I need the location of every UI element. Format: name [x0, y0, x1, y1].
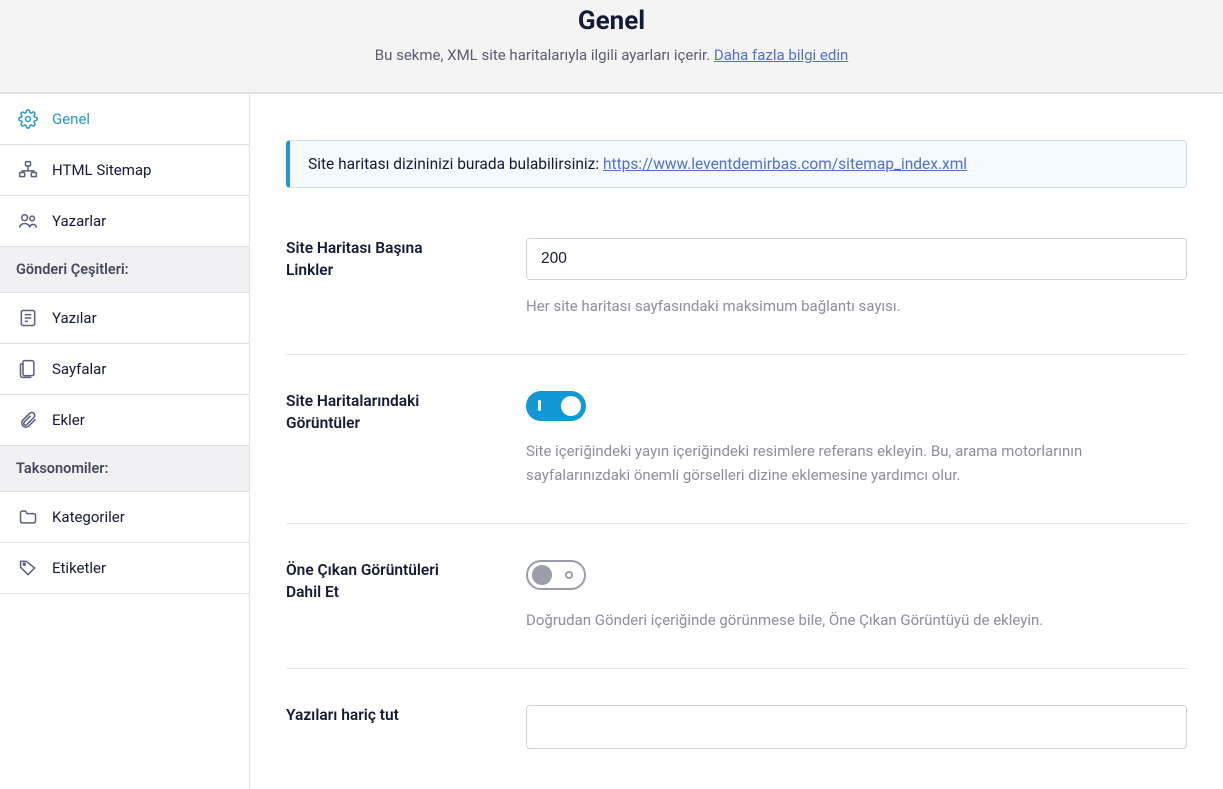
sidebar-item-label: Yazılar	[52, 309, 97, 327]
setting-desc: Her site haritası sayfasındaki maksimum …	[526, 294, 1187, 318]
pages-icon	[18, 359, 38, 379]
setting-desc: Site içeriğindeki yayın içeriğindeki res…	[526, 439, 1187, 487]
sidebar-item-categories[interactable]: Kategoriler	[0, 492, 249, 543]
sidebar-item-tags[interactable]: Etiketler	[0, 543, 249, 594]
gear-icon	[18, 109, 38, 129]
setting-label: Öne Çıkan Görüntüleri Dahil Et	[286, 560, 466, 632]
sitemap-icon	[18, 160, 38, 180]
sidebar-item-label: Ekler	[52, 411, 85, 429]
setting-links-per-sitemap: Site Haritası Başına Linkler Her site ha…	[286, 238, 1187, 355]
links-per-sitemap-input[interactable]	[526, 238, 1187, 280]
featured-images-toggle[interactable]	[526, 560, 586, 590]
sitemap-url-link[interactable]: https://www.leventdemirbas.com/sitemap_i…	[603, 155, 967, 173]
attachment-icon	[18, 410, 38, 430]
sidebar-header-post-types: Gönderi Çeşitleri:	[0, 247, 249, 293]
sidebar-item-label: Etiketler	[52, 559, 106, 577]
setting-exclude-posts: Yazıları hariç tut	[286, 705, 1187, 789]
setting-label: Yazıları hariç tut	[286, 705, 466, 753]
page-title: Genel	[20, 6, 1203, 36]
sidebar-item-html-sitemap[interactable]: HTML Sitemap	[0, 145, 249, 196]
sidebar-item-attachments[interactable]: Ekler	[0, 395, 249, 446]
posts-icon	[18, 308, 38, 328]
sitemap-notice: Site haritası dizininizi burada bulabili…	[286, 140, 1187, 188]
sidebar-item-label: HTML Sitemap	[52, 161, 152, 179]
sidebar-item-label: Genel	[52, 110, 90, 128]
setting-label: Site Haritalarındaki Görüntüler	[286, 391, 466, 487]
sidebar-item-label: Kategoriler	[52, 508, 125, 526]
sidebar-item-label: Yazarlar	[52, 212, 106, 230]
sidebar-item-authors[interactable]: Yazarlar	[0, 196, 249, 247]
folder-icon	[18, 507, 38, 527]
setting-featured-images: Öne Çıkan Görüntüleri Dahil Et Doğrudan …	[286, 560, 1187, 669]
setting-sitemap-images: Site Haritalarındaki Görüntüler Site içe…	[286, 391, 1187, 524]
sidebar: Genel HTML Sitemap Yazarlar Gönderi Çeşi…	[0, 94, 250, 789]
content: Site haritası dizininizi burada bulabili…	[250, 94, 1223, 789]
learn-more-link[interactable]: Daha fazla bilgi edin	[714, 46, 848, 64]
sidebar-header-taxonomies: Taksonomiler:	[0, 446, 249, 492]
page-subtitle: Bu sekme, XML site haritalarıyla ilgili …	[20, 46, 1203, 64]
sidebar-item-general[interactable]: Genel	[0, 94, 249, 145]
setting-label: Site Haritası Başına Linkler	[286, 238, 466, 318]
sidebar-item-posts[interactable]: Yazılar	[0, 293, 249, 344]
sidebar-item-pages[interactable]: Sayfalar	[0, 344, 249, 395]
exclude-posts-input[interactable]	[526, 705, 1187, 749]
setting-desc: Doğrudan Gönderi içeriğinde görünmese bi…	[526, 608, 1187, 632]
sitemap-images-toggle[interactable]	[526, 391, 586, 421]
authors-icon	[18, 211, 38, 231]
page-header: Genel Bu sekme, XML site haritalarıyla i…	[0, 0, 1223, 93]
tag-icon	[18, 558, 38, 578]
sidebar-item-label: Sayfalar	[52, 360, 106, 378]
